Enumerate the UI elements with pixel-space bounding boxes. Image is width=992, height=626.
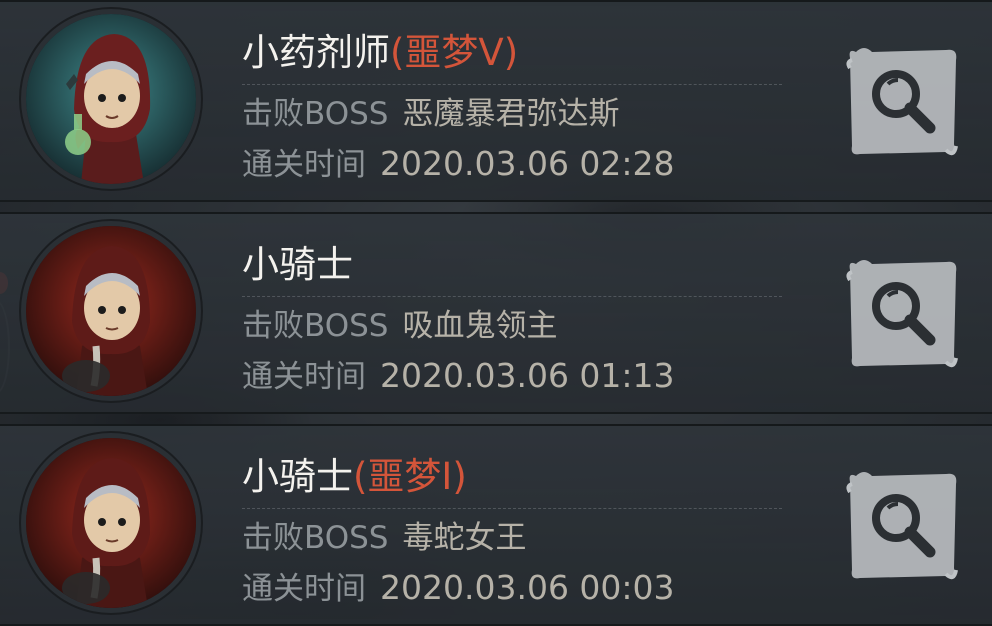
divider [242, 508, 782, 509]
alchemist-avatar [26, 14, 196, 184]
time-value: 2020.03.06 01:13 [380, 356, 675, 395]
view-record-button[interactable] [842, 466, 964, 586]
divider [242, 296, 782, 297]
character-title: 小骑士 [242, 242, 353, 288]
time-label: 通关时间 [242, 147, 366, 183]
boss-row: 击败BOSS 吸血鬼领主 [242, 306, 557, 346]
record-card: 小骑士(噩梦I) 击败BOSS 毒蛇女王 通关时间 2020.03.06 00:03 [0, 424, 992, 626]
boss-name: 恶魔暴君弥达斯 [402, 96, 620, 132]
difficulty-tag: (噩梦V) [390, 31, 519, 74]
character-title: 小骑士(噩梦I) [242, 454, 467, 500]
view-record-button[interactable] [842, 254, 964, 374]
divider [242, 84, 782, 85]
record-card: 小骑士 击败BOSS 吸血鬼领主 通关时间 2020.03.06 01:13 [0, 212, 992, 414]
boss-row: 击败BOSS 恶魔暴君弥达斯 [242, 94, 619, 134]
time-value: 2020.03.06 00:03 [380, 568, 675, 607]
time-value: 2020.03.06 02:28 [380, 144, 675, 183]
boss-label: 击败BOSS [242, 308, 389, 344]
knight-avatar [26, 226, 196, 396]
magnifier-icon [846, 260, 958, 368]
character-name: 小骑士 [242, 243, 353, 286]
view-record-button[interactable] [842, 42, 964, 162]
clear-time-row: 通关时间 2020.03.06 02:28 [242, 144, 675, 184]
boss-row: 击败BOSS 毒蛇女王 [242, 518, 526, 558]
clear-time-row: 通关时间 2020.03.06 00:03 [242, 568, 675, 608]
clear-time-row: 通关时间 2020.03.06 01:13 [242, 356, 675, 396]
character-name: 小骑士 [242, 455, 353, 498]
magnifier-icon [846, 472, 958, 580]
boss-label: 击败BOSS [242, 96, 389, 132]
boss-name: 毒蛇女王 [402, 520, 527, 556]
time-label: 通关时间 [242, 359, 366, 395]
record-list: 小药剂师(噩梦V) 击败BOSS 恶魔暴君弥达斯 通关时间 2020.03.06 0… [0, 0, 992, 626]
character-name: 小药剂师 [242, 31, 390, 74]
time-label: 通关时间 [242, 571, 366, 607]
record-card: 小药剂师(噩梦V) 击败BOSS 恶魔暴君弥达斯 通关时间 2020.03.06 0… [0, 0, 992, 202]
boss-label: 击败BOSS [242, 520, 389, 556]
character-title: 小药剂师(噩梦V) [242, 30, 518, 76]
boss-name: 吸血鬼领主 [402, 308, 558, 344]
difficulty-tag: (噩梦I) [353, 455, 467, 498]
knight-avatar [26, 438, 196, 608]
magnifier-icon [846, 48, 958, 156]
